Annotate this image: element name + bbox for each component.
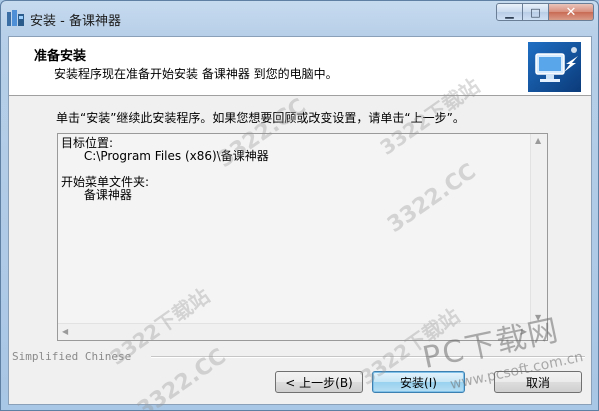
minimize-button[interactable]: ▁ (496, 3, 523, 21)
installer-window: 安装 - 备课神器 ▁ □ ✕ 准备安装 安装程序现在准备开始安装 备课神器 到… (0, 0, 599, 411)
vertical-scrollbar[interactable]: ▲ ▼ (530, 134, 547, 324)
caption-buttons: ▁ □ ✕ (496, 3, 594, 21)
title-bar[interactable]: 安装 - 备课神器 ▁ □ ✕ (1, 1, 598, 35)
installer-language-brand: Simplified Chinese (12, 350, 132, 363)
wizard-header: 准备安装 安装程序现在准备开始安装 备课神器 到您的电脑中。 (9, 37, 591, 96)
summary-content: 目标位置: C:\Program Files (x86)\备课神器 开始菜单文件… (61, 137, 269, 202)
startmenu-value: 备课神器 (83, 188, 132, 202)
installer-app-icon (7, 10, 24, 26)
window-title: 安装 - 备课神器 (30, 14, 121, 29)
dest-label: 目标位置: (61, 136, 114, 150)
maximize-icon: □ (530, 5, 541, 19)
maximize-button[interactable]: □ (523, 3, 549, 21)
dest-value: C:\Program Files (x86)\备课神器 (83, 149, 269, 163)
minimize-icon: ▁ (505, 5, 514, 19)
close-icon: ✕ (565, 4, 577, 20)
scroll-up-icon[interactable]: ▲ (535, 136, 541, 145)
close-button[interactable]: ✕ (549, 3, 594, 21)
instruction-text: 单击“安装”继续此安装程序。如果您想要回顾或改变设置，请单击“上一步”。 (56, 111, 465, 125)
back-button[interactable]: < 上一步(B) (275, 371, 363, 393)
page-title: 准备安装 (34, 49, 87, 64)
computer-install-icon (528, 42, 581, 92)
scroll-left-icon[interactable]: ◀ (62, 327, 68, 336)
page-subtitle: 安装程序现在准备开始安装 备课神器 到您的电脑中。 (54, 67, 338, 81)
ready-summary-memo[interactable]: 目标位置: C:\Program Files (x86)\备课神器 开始菜单文件… (57, 133, 548, 341)
startmenu-label: 开始菜单文件夹: (61, 175, 150, 189)
